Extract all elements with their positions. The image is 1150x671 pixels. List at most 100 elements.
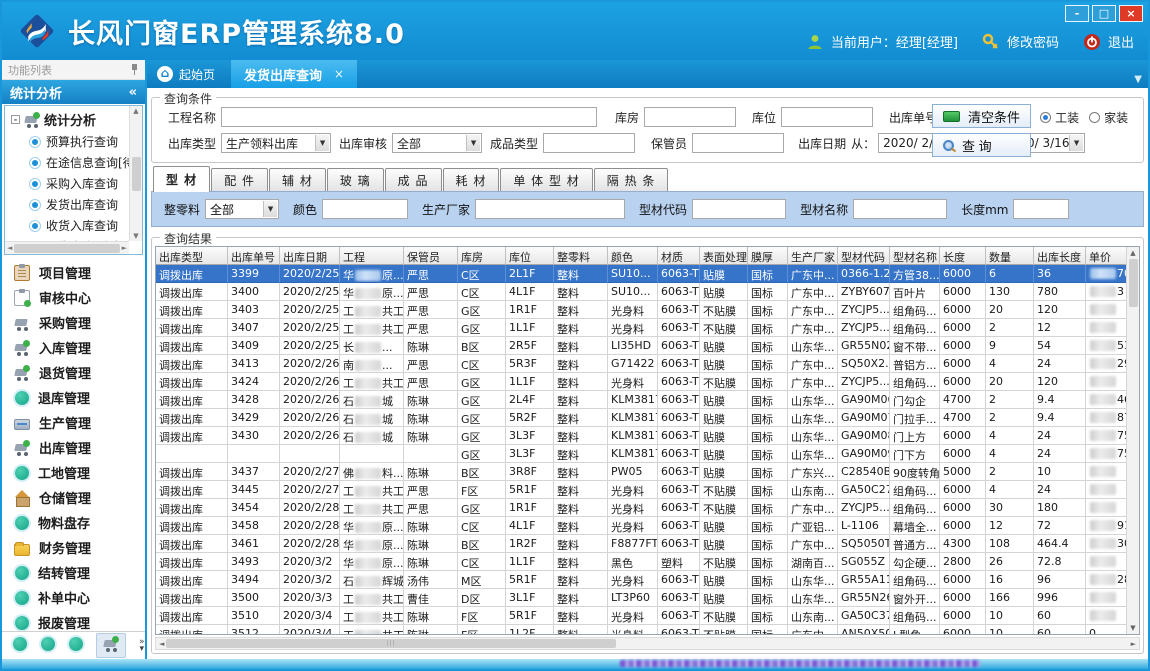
grid-header-cell[interactable]: 出库单号: [228, 247, 280, 265]
sidebar-item-项目管理[interactable]: 项目管理: [2, 260, 145, 285]
grid-header-cell[interactable]: 出库长度: [1034, 247, 1086, 265]
table-row[interactable]: 调拨出库35002020/3/3工共工程曹佳D区3L1F整料LT3P606063…: [156, 589, 1126, 607]
grid-horizontal-scrollbar[interactable]: ◄|||►: [155, 637, 1140, 650]
tab-overflow-icon[interactable]: ▼: [1134, 74, 1142, 85]
warehouse-input[interactable]: [644, 107, 736, 127]
grid-header-cell[interactable]: 生产厂家: [788, 247, 838, 265]
sidebar-overflow-button[interactable]: » ▾: [139, 639, 145, 653]
close-button[interactable]: ×: [1119, 5, 1143, 22]
table-row[interactable]: 调拨出库34582020/2/28华原...陈琳C区4L1F整料光身料6063-…: [156, 517, 1126, 535]
search-button[interactable]: 查 询: [932, 133, 1031, 157]
grid-header-cell[interactable]: 长度: [940, 247, 986, 265]
color-input[interactable]: [322, 199, 408, 219]
grid-header-cell[interactable]: 膜厚: [748, 247, 788, 265]
footer-shortcut[interactable]: [12, 637, 27, 654]
tab-home[interactable]: ⌂ 起始页: [147, 60, 231, 88]
table-row[interactable]: 调拨出库34092020/2/25长...陈琳B区2R5F整料LI35HD606…: [156, 337, 1126, 355]
zhengling-select[interactable]: 全部▼: [205, 199, 279, 219]
material-tab[interactable]: 隔 热 条: [594, 168, 669, 192]
manufacturer-input[interactable]: [475, 199, 625, 219]
tree-item[interactable]: 采购入库查询: [9, 173, 140, 194]
table-row[interactable]: 调拨出库34932020/3/2华原...陈琳C区1L1F整料黑色塑料不贴膜国标…: [156, 553, 1126, 571]
table-row[interactable]: 调拨出库35102020/3/4工共工程陈琳F区5R1F整料光身料6063-T5…: [156, 607, 1126, 625]
material-tab[interactable]: 成 品: [385, 168, 442, 192]
grid-header-cell[interactable]: 型材名称: [890, 247, 940, 265]
grid-header-cell[interactable]: 数量: [986, 247, 1034, 265]
table-row[interactable]: 调拨出库34072020/2/25工共工程严思G区1L1F整料光身料6063-T…: [156, 319, 1126, 337]
tree-vertical-scrollbar[interactable]: ▲▼: [129, 106, 142, 241]
footer-shortcut[interactable]: [68, 637, 83, 654]
table-row[interactable]: G区3L3F整料KLM38176063-T5贴膜国标山东华...GA90M09.…: [156, 445, 1126, 463]
table-row[interactable]: 调拨出库34452020/2/27工共工程严思F区5R1F整料光身料6063-T…: [156, 481, 1126, 499]
tree-item[interactable]: 在途信息查询[待: [9, 152, 140, 173]
sidebar-item-采购管理[interactable]: 采购管理: [2, 310, 145, 335]
tree-expander-icon[interactable]: -: [11, 115, 20, 124]
grid-header-cell[interactable]: 整零料: [554, 247, 608, 265]
sidebar-item-生产管理[interactable]: 生产管理: [2, 410, 145, 435]
product-type-input[interactable]: [543, 133, 635, 153]
material-tab[interactable]: 单 体 型 材: [500, 168, 592, 192]
tab-close-icon[interactable]: ×: [334, 67, 344, 81]
table-row[interactable]: 调拨出库35122020/3/4工共工程陈琳F区1L2F整料光身料6063-T5…: [156, 625, 1126, 635]
stats-section-header[interactable]: 统计分析 «: [2, 80, 145, 104]
material-tab[interactable]: 玻 璃: [327, 168, 384, 192]
table-row[interactable]: 调拨出库34242020/2/26工共工程严思G区1L1F整料光身料6063-T…: [156, 373, 1126, 391]
audit-select[interactable]: 全部▼: [392, 133, 482, 153]
sidebar-item-物料盘存[interactable]: 物料盘存: [2, 510, 145, 535]
tree-item[interactable]: 预算执行查询: [9, 131, 140, 152]
material-tab[interactable]: 耗 材: [443, 168, 500, 192]
table-row[interactable]: 调拨出库34282020/2/26石城陈琳G区2L4F整料KLM38176063…: [156, 391, 1126, 409]
radio-home-decor[interactable]: [1089, 112, 1100, 123]
material-tab[interactable]: 型 材: [153, 166, 210, 192]
grid-header-cell[interactable]: 保管员: [404, 247, 458, 265]
table-row[interactable]: 调拨出库34372020/2/27佛料...陈琳B区3R8F整料PW056063…: [156, 463, 1126, 481]
out-type-select[interactable]: 生产领料出库▼: [221, 133, 331, 153]
grid-header-cell[interactable]: 出库日期: [280, 247, 340, 265]
table-row[interactable]: 调拨出库33992020/2/25华原...严思C区2L1F整料SU10...6…: [156, 265, 1126, 283]
table-row[interactable]: 调拨出库34032020/2/25工共工程严思G区1R1F整料光身料6063-T…: [156, 301, 1126, 319]
profile-name-input[interactable]: [853, 199, 947, 219]
sidebar-item-退货管理[interactable]: 退货管理: [2, 360, 145, 385]
grid-header-cell[interactable]: 型材代码: [838, 247, 890, 265]
length-input[interactable]: [1013, 199, 1069, 219]
table-row[interactable]: 调拨出库34132020/2/26南...严思C区5R3F整料G71422606…: [156, 355, 1126, 373]
sidebar-item-退库管理[interactable]: 退库管理: [2, 385, 145, 410]
tree-horizontal-scrollbar[interactable]: ◄►: [5, 241, 129, 254]
table-row[interactable]: 调拨出库34612020/2/28华原...陈琳B区1R2F整料F8877FT6…: [156, 535, 1126, 553]
grid-header-cell[interactable]: 材质: [658, 247, 700, 265]
material-tab[interactable]: 配 件: [211, 168, 268, 192]
sidebar-item-出库管理[interactable]: 出库管理: [2, 435, 145, 460]
tab-shipment-outbound-query[interactable]: 发货出库查询 ×: [231, 60, 357, 88]
grid-header-cell[interactable]: 颜色: [608, 247, 658, 265]
tree-item[interactable]: 收货入库查询: [9, 215, 140, 236]
radio-work-wear[interactable]: [1040, 112, 1051, 123]
profile-code-input[interactable]: [692, 199, 786, 219]
table-row[interactable]: 调拨出库34002020/2/25华原...严思C区4L1F整料SU10...6…: [156, 283, 1126, 301]
material-tab[interactable]: 辅 材: [269, 168, 326, 192]
logout-link[interactable]: 退出: [1108, 32, 1134, 51]
sidebar-item-报废管理[interactable]: 报废管理: [2, 610, 145, 631]
grid-header-cell[interactable]: 工程: [340, 247, 404, 265]
collapse-icon[interactable]: «: [129, 85, 137, 100]
tree-item[interactable]: 发货出库查询: [9, 194, 140, 215]
pin-icon[interactable]: [130, 64, 139, 75]
table-row[interactable]: 调拨出库34542020/2/28工共工程严思G区1R1F整料光身料6063-T…: [156, 499, 1126, 517]
tree-root[interactable]: - 统计分析: [9, 109, 140, 131]
grid-header-cell[interactable]: 表面处理: [700, 247, 748, 265]
footer-shortcut[interactable]: [40, 637, 55, 654]
grid-vertical-scrollbar[interactable]: ▲▼: [1126, 247, 1139, 634]
sidebar-item-结转管理[interactable]: 结转管理: [2, 560, 145, 585]
maximize-button[interactable]: □: [1092, 5, 1116, 22]
sidebar-item-工地管理[interactable]: 工地管理: [2, 460, 145, 485]
table-row[interactable]: 调拨出库34292020/2/26石城陈琳G区5R2F整料KLM38176063…: [156, 409, 1126, 427]
table-row[interactable]: 调拨出库34942020/3/2石辉城汤伟M区5R1F整料光身料6063-T5贴…: [156, 571, 1126, 589]
minimize-button[interactable]: -: [1065, 5, 1089, 22]
footer-shortcut[interactable]: [96, 633, 126, 658]
clear-conditions-button[interactable]: 清空条件: [932, 104, 1031, 128]
change-password-link[interactable]: 修改密码: [1007, 32, 1059, 51]
project-name-input[interactable]: [221, 107, 597, 127]
sidebar-item-审核中心[interactable]: 审核中心: [2, 285, 145, 310]
table-row[interactable]: 调拨出库34302020/2/26石城陈琳G区3L3F整料KLM38176063…: [156, 427, 1126, 445]
sidebar-item-财务管理[interactable]: 财务管理: [2, 535, 145, 560]
sidebar-item-仓储管理[interactable]: 仓储管理: [2, 485, 145, 510]
